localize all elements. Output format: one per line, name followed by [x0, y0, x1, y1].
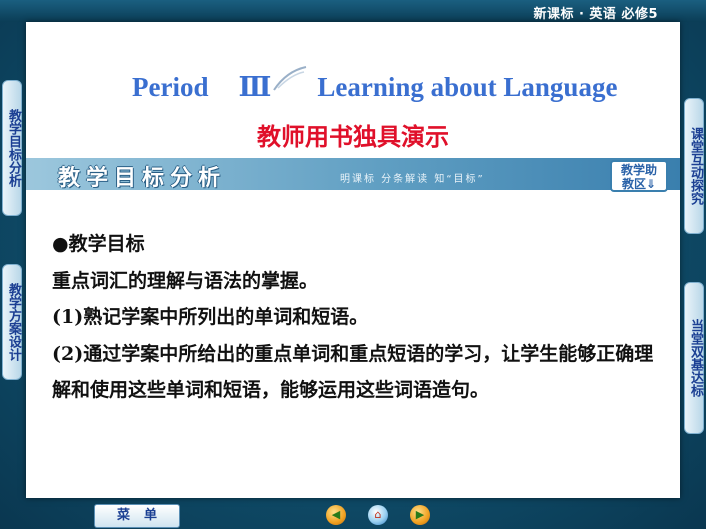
side-tab-objectives[interactable]: 教学目标分析	[2, 80, 22, 216]
top-bar: 新课标 · 英语 必修5	[0, 0, 706, 22]
menu-button[interactable]: 菜单	[94, 504, 180, 528]
header-title: 新课标 · 英语 必修5	[533, 7, 658, 22]
side-tab-practice[interactable]: 当堂双基达标	[684, 282, 704, 434]
period-title: Period Ⅲ Learning about Language	[132, 72, 617, 103]
content-body: ●教学目标 重点词汇的理解与语法的掌握。 (1)熟记学案中所列出的单词和短语。 …	[52, 226, 662, 409]
content-heading: ●教学目标	[52, 233, 145, 255]
content-line-3: (2)通过学案中所给出的重点单词和重点短语的学习，让学生能够正确理解和使用这些单…	[52, 342, 654, 402]
teaching-assist-button[interactable]: 教学助 教区⇓	[610, 160, 668, 192]
assist-label-line1: 教学助	[620, 163, 657, 177]
slide-subtitle: 教师用书独具演示	[257, 123, 449, 151]
period-label: Period	[132, 72, 209, 102]
side-tab-interactive[interactable]: 课堂互动探究	[684, 98, 704, 234]
swirl-decoration-icon	[273, 66, 307, 91]
assist-label-line2: 教区⇓	[621, 177, 657, 191]
section-title: 教学目标分析	[58, 166, 227, 191]
previous-icon[interactable]: ◀	[326, 505, 346, 525]
period-roman: Ⅲ	[238, 72, 272, 102]
side-tab-plan-design[interactable]: 教学方案设计	[2, 264, 22, 380]
period-topic: Learning about Language	[317, 72, 618, 102]
home-icon[interactable]: ⌂	[368, 505, 388, 525]
content-line-2: (1)熟记学案中所列出的单词和短语。	[52, 306, 369, 328]
content-line-1: 重点词汇的理解与语法的掌握。	[52, 269, 319, 292]
next-icon[interactable]: ▶	[410, 505, 430, 525]
section-subtext: 明课标 分条解读 知“目标”	[340, 174, 485, 185]
